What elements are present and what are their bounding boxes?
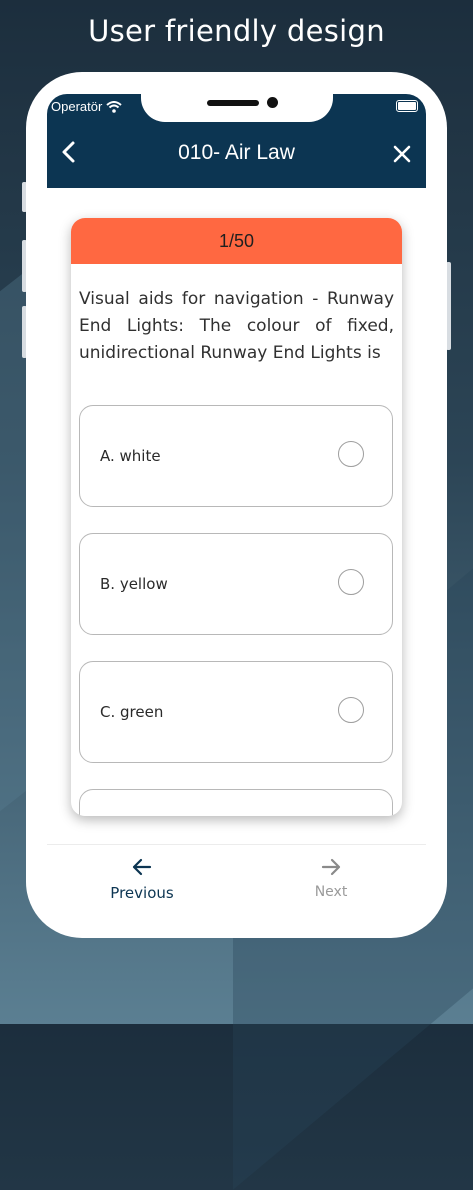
answer-option-b[interactable]: B. yellow: [79, 533, 393, 635]
footer-divider: [47, 844, 426, 845]
previous-label: Previous: [110, 884, 174, 902]
radio-icon[interactable]: [338, 697, 364, 723]
next-button[interactable]: Next: [271, 856, 391, 900]
radio-icon[interactable]: [338, 441, 364, 467]
wifi-icon: [106, 100, 122, 113]
arrow-right-icon: [321, 858, 341, 876]
speaker-grille: [207, 100, 259, 106]
answer-option-c[interactable]: C. green: [79, 661, 393, 763]
device-notch: [141, 94, 333, 122]
answer-option-a[interactable]: A. white: [79, 405, 393, 507]
close-icon[interactable]: [392, 144, 412, 164]
question-card: 1/50 Visual aids for navigation - Runway…: [71, 218, 402, 816]
question-text: Visual aids for navigation - Runway End …: [79, 289, 394, 363]
promo-title: User friendly design: [88, 14, 385, 48]
question-progress: 1/50: [71, 218, 402, 264]
answer-option-label: A. white: [100, 447, 161, 465]
phone-frame: Operatör 010- Air Law 1/50 Visual aids f…: [26, 72, 447, 938]
arrow-left-icon: [132, 858, 152, 876]
answer-option-partial[interactable]: [79, 789, 393, 816]
page-title: 010- Air Law: [178, 141, 295, 164]
status-bar-carrier: Operatör: [51, 99, 122, 114]
app-header: Operatör 010- Air Law: [47, 94, 426, 188]
answer-option-label: C. green: [100, 703, 164, 721]
app-screen: Operatör 010- Air Law 1/50 Visual aids f…: [47, 94, 426, 918]
radio-icon[interactable]: [338, 569, 364, 595]
previous-button[interactable]: Previous: [82, 856, 202, 902]
battery-icon: [396, 100, 418, 112]
answer-option-label: B. yellow: [100, 575, 168, 593]
front-camera: [267, 97, 278, 108]
carrier-label: Operatör: [51, 99, 103, 114]
next-label: Next: [314, 884, 348, 900]
